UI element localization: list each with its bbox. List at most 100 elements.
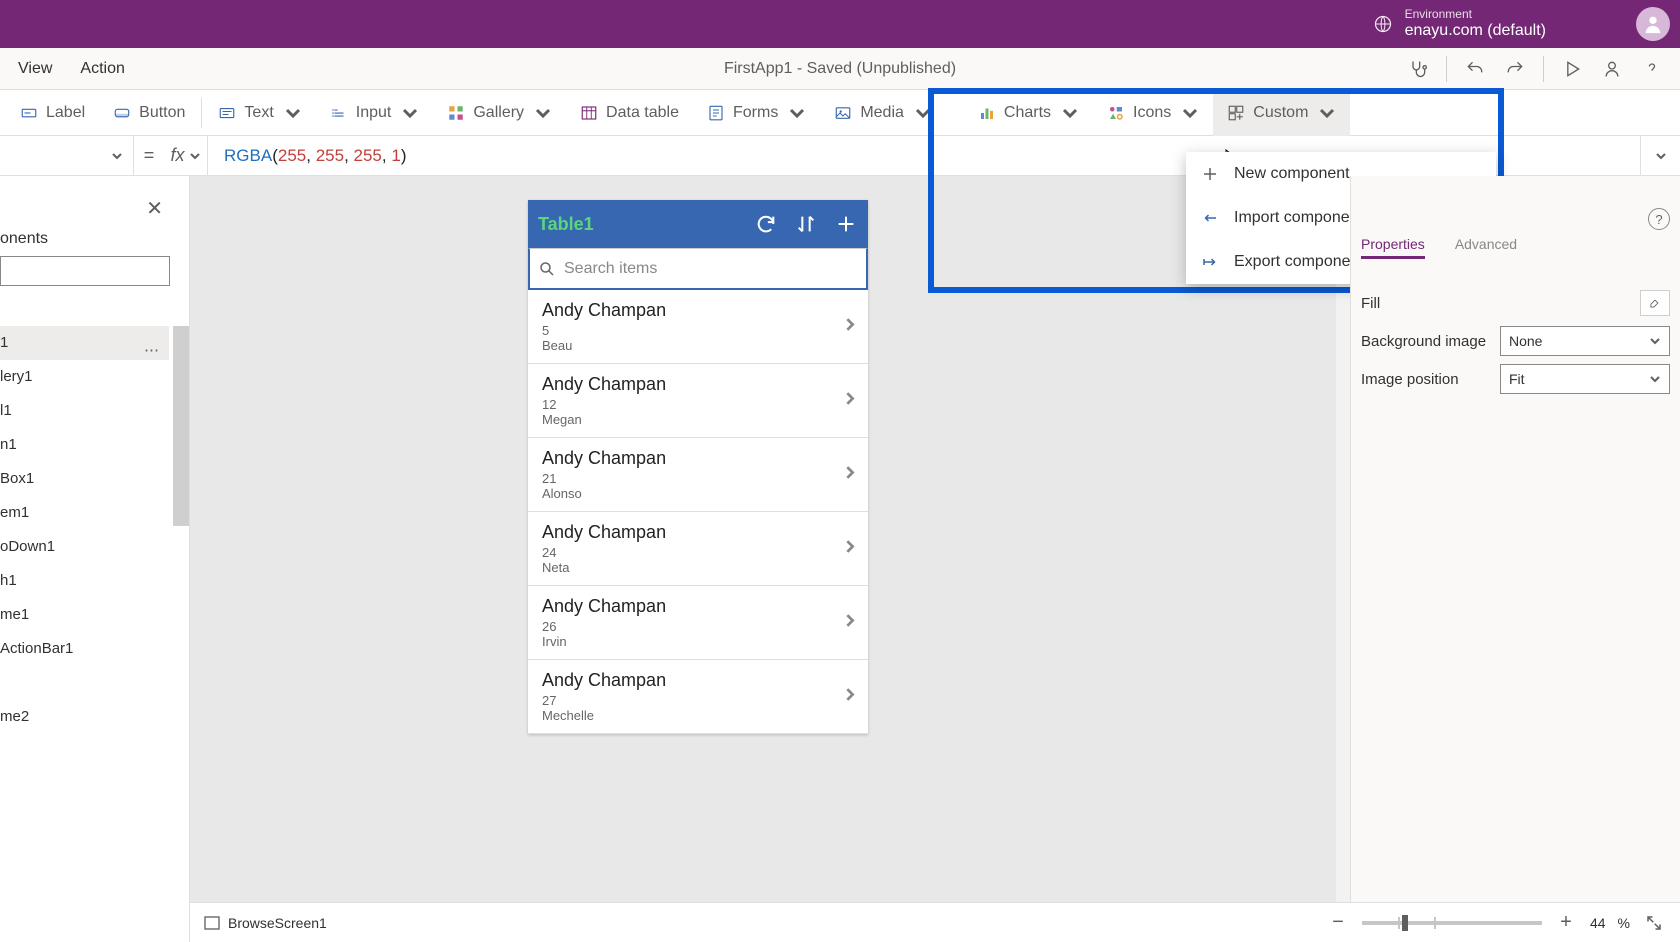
menu-view[interactable]: View bbox=[18, 60, 52, 78]
ribbon-text[interactable]: Text bbox=[204, 90, 315, 136]
tree-item-selected[interactable]: 1 ⋯ bbox=[0, 326, 169, 360]
list-item[interactable]: Andy Champan24Neta bbox=[528, 512, 868, 586]
app-header: Table1 bbox=[528, 200, 868, 248]
list-item-line2: 21 bbox=[542, 471, 854, 486]
breadcrumb[interactable]: BrowseScreen1 bbox=[204, 915, 327, 931]
close-icon[interactable]: ✕ bbox=[146, 196, 163, 221]
environment-block[interactable]: Environment enayu.com (default) bbox=[1405, 8, 1546, 40]
undo-button[interactable] bbox=[1457, 51, 1493, 87]
screen-icon bbox=[204, 915, 220, 931]
list-item[interactable]: Andy Champan5Beau bbox=[528, 290, 868, 364]
play-icon bbox=[1562, 59, 1582, 79]
ribbon-datatable[interactable]: Data table bbox=[566, 90, 693, 136]
fit-screen-button[interactable] bbox=[1642, 911, 1666, 935]
refresh-button[interactable] bbox=[754, 212, 778, 236]
export-icon bbox=[1201, 253, 1219, 271]
ribbon-button[interactable]: Button bbox=[99, 90, 199, 136]
tab-properties[interactable]: Properties bbox=[1361, 236, 1425, 259]
list-item-name: Andy Champan bbox=[542, 300, 854, 321]
formula-expand-button[interactable] bbox=[1640, 136, 1680, 176]
menu-action[interactable]: Action bbox=[80, 60, 124, 78]
canvas-scrollbar[interactable] bbox=[1336, 176, 1350, 902]
equals-sign: = bbox=[134, 145, 164, 166]
sort-button[interactable] bbox=[794, 212, 818, 236]
list-item-line3: Beau bbox=[542, 338, 854, 353]
environment-icon bbox=[1373, 14, 1393, 34]
zoom-in-button[interactable]: + bbox=[1554, 911, 1578, 935]
list-item-name: Andy Champan bbox=[542, 522, 854, 543]
person-icon bbox=[1642, 13, 1664, 35]
custom-icon bbox=[1227, 104, 1245, 122]
tree-view-panel: ✕ onents 1 ⋯ lery1l1n1Box1em1oDown1h1me1… bbox=[0, 176, 190, 942]
redo-icon bbox=[1505, 59, 1525, 79]
list-item[interactable]: Andy Champan21Alonso bbox=[528, 438, 868, 512]
properties-panel: ? Properties Advanced Fill Background im… bbox=[1350, 176, 1680, 902]
datatable-icon bbox=[580, 104, 598, 122]
list-item-name: Andy Champan bbox=[542, 670, 854, 691]
chevron-down-icon bbox=[1649, 335, 1661, 347]
chevron-down-icon bbox=[1061, 104, 1079, 122]
zoom-out-button[interactable]: − bbox=[1326, 911, 1350, 935]
list-item-line3: Mechelle bbox=[542, 708, 854, 723]
expand-icon bbox=[1645, 914, 1663, 932]
fx-button[interactable]: fx bbox=[164, 136, 208, 176]
ribbon-charts[interactable]: Charts bbox=[964, 90, 1093, 136]
property-selector[interactable] bbox=[0, 136, 134, 176]
zoom-slider[interactable] bbox=[1362, 921, 1542, 925]
tree-search-input[interactable] bbox=[0, 256, 170, 286]
panel-help-button[interactable]: ? bbox=[1648, 208, 1670, 230]
list-item-line3: Megan bbox=[542, 412, 854, 427]
tree-item[interactable]: Box1 bbox=[0, 462, 169, 496]
refresh-icon bbox=[755, 213, 777, 235]
environment-value: enayu.com (default) bbox=[1405, 22, 1546, 40]
tree-scrollbar[interactable] bbox=[173, 326, 189, 526]
help-button[interactable] bbox=[1634, 51, 1670, 87]
tree-item[interactable]: em1 bbox=[0, 496, 169, 530]
tree-item[interactable]: me2 bbox=[0, 700, 169, 734]
ribbon-icons[interactable]: Icons bbox=[1093, 90, 1213, 136]
bgimage-select[interactable]: None bbox=[1500, 326, 1670, 356]
add-button[interactable] bbox=[834, 212, 858, 236]
tree-item[interactable]: h1 bbox=[0, 564, 169, 598]
forms-icon bbox=[707, 104, 725, 122]
list-item-line2: 12 bbox=[542, 397, 854, 412]
tree-item[interactable]: ActionBar1 bbox=[0, 632, 169, 666]
paint-icon bbox=[1648, 296, 1662, 310]
charts-icon bbox=[978, 104, 996, 122]
ribbon-gallery[interactable]: Gallery bbox=[433, 90, 566, 136]
tree-item[interactable]: me1 bbox=[0, 598, 169, 632]
imgpos-select[interactable]: Fit bbox=[1500, 364, 1670, 394]
search-row[interactable]: Search items bbox=[528, 248, 868, 290]
canvas[interactable]: Table1 Search items Andy Champan5BeauAnd… bbox=[190, 176, 1350, 902]
button-icon bbox=[113, 104, 131, 122]
tree-item[interactable]: oDown1 bbox=[0, 530, 169, 564]
more-icon[interactable]: ⋯ bbox=[144, 334, 161, 368]
fill-reset-button[interactable] bbox=[1640, 290, 1670, 316]
ribbon-custom[interactable]: Custom bbox=[1213, 90, 1350, 136]
ribbon-forms[interactable]: Forms bbox=[693, 90, 820, 136]
separator bbox=[1446, 56, 1447, 82]
list-item[interactable]: Andy Champan26Irvin bbox=[528, 586, 868, 660]
share-button[interactable] bbox=[1594, 51, 1630, 87]
tree-item[interactable]: n1 bbox=[0, 428, 169, 462]
list-item[interactable]: Andy Champan 27Mechelle bbox=[528, 660, 868, 734]
ribbon-input[interactable]: Input bbox=[316, 90, 434, 136]
avatar[interactable] bbox=[1636, 7, 1670, 41]
list-item[interactable]: Andy Champan12Megan bbox=[528, 364, 868, 438]
titlebar: Environment enayu.com (default) bbox=[0, 0, 1680, 48]
ribbon-label[interactable]: Label bbox=[6, 90, 99, 136]
prop-row-bgimage: Background image None bbox=[1361, 322, 1670, 360]
tab-advanced[interactable]: Advanced bbox=[1455, 236, 1517, 259]
app-checker-button[interactable] bbox=[1400, 51, 1436, 87]
tree-item[interactable]: l1 bbox=[0, 394, 169, 428]
person-share-icon bbox=[1602, 59, 1622, 79]
ribbon-media[interactable]: Media bbox=[820, 90, 946, 136]
tree-item[interactable] bbox=[0, 666, 169, 700]
chevron-down-icon bbox=[111, 150, 123, 162]
play-button[interactable] bbox=[1554, 51, 1590, 87]
redo-button[interactable] bbox=[1497, 51, 1533, 87]
environment-label: Environment bbox=[1405, 8, 1546, 22]
tree-items: 1 ⋯ lery1l1n1Box1em1oDown1h1me1ActionBar… bbox=[0, 326, 169, 734]
list-item-line2: 27 bbox=[542, 693, 854, 708]
chevron-down-icon bbox=[401, 104, 419, 122]
